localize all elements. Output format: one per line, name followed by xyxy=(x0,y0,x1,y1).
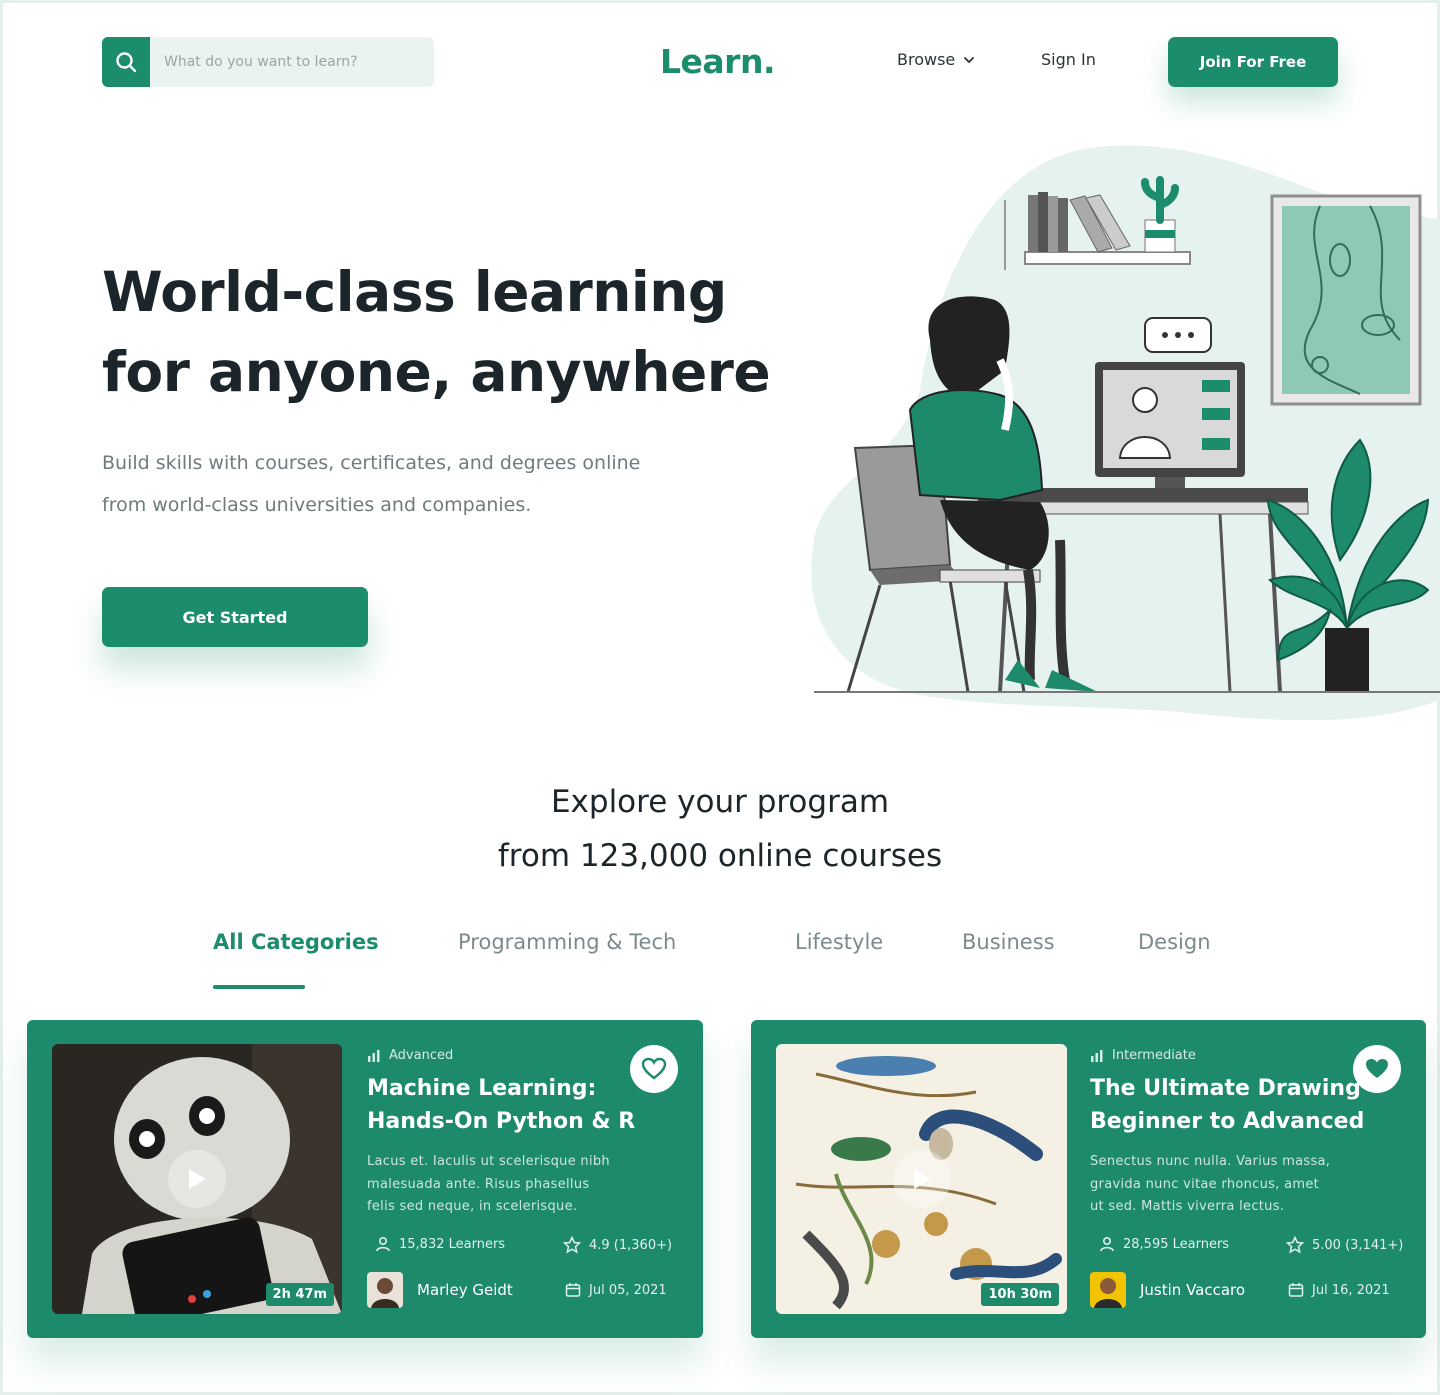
learners-count: 15,832 Learners xyxy=(375,1236,505,1252)
course-description-line: Lacus et. Iaculis ut scelerisque nibh xyxy=(367,1154,610,1169)
author-name: Justin Vaccaro xyxy=(1140,1281,1246,1299)
level-bars-icon xyxy=(368,1049,380,1062)
active-tab-indicator xyxy=(213,985,305,989)
course-thumbnail[interactable]: 10h 30m xyxy=(776,1044,1067,1314)
course-description-line: gravida nunc vitae rhoncus, amet xyxy=(1090,1176,1320,1192)
course-level: Intermediate xyxy=(1090,1048,1196,1063)
avatar xyxy=(367,1272,403,1308)
hero-subtitle-line: Build skills with courses, certificates,… xyxy=(102,452,641,474)
duration-badge: 10h 30m xyxy=(981,1283,1059,1306)
date-label: Jul 05, 2021 xyxy=(589,1282,667,1298)
level-bars-icon xyxy=(1091,1049,1103,1062)
star-icon xyxy=(1286,1236,1304,1254)
tab-programming-tech[interactable]: Programming & Tech xyxy=(458,930,676,954)
heart-filled-icon xyxy=(1366,1059,1388,1078)
star-icon xyxy=(563,1236,581,1254)
learners-label: 28,595 Learners xyxy=(1123,1236,1230,1252)
join-for-free-button[interactable]: Join For Free xyxy=(1168,37,1338,87)
hero-illustration xyxy=(811,145,1440,720)
course-level: Advanced xyxy=(367,1048,453,1063)
hero-title-line: World-class learning xyxy=(102,260,727,324)
course-level-label: Intermediate xyxy=(1112,1048,1196,1063)
course-level-label: Advanced xyxy=(389,1048,454,1063)
sign-in-link[interactable]: Sign In xyxy=(1041,50,1096,69)
search-button[interactable] xyxy=(102,37,150,87)
course-description-line: malesuada ante. Risus phasellus xyxy=(367,1176,590,1192)
course-rating: 5.00 (3,141+) xyxy=(1286,1236,1403,1254)
learners-label: 15,832 Learners xyxy=(399,1236,506,1252)
course-title[interactable]: Machine Learning: Hands-On Python & R xyxy=(367,1072,657,1138)
illustration-plant-pot xyxy=(1325,628,1369,692)
category-tabs: All Categories Programming & Tech Lifest… xyxy=(0,930,1440,990)
heart-outline-icon xyxy=(641,1057,667,1080)
tab-all-categories[interactable]: All Categories xyxy=(213,930,379,954)
chevron-down-icon xyxy=(964,56,975,63)
user-icon xyxy=(376,1236,390,1252)
course-title[interactable]: The Ultimate Drawing Beginner to Advance… xyxy=(1090,1072,1375,1138)
calendar-icon xyxy=(1288,1283,1304,1297)
hero-title-line: for anyone, anywhere xyxy=(102,340,771,404)
course-title-line: Hands-On Python & R xyxy=(367,1109,636,1134)
user-icon xyxy=(1100,1236,1114,1252)
course-title-line: The Ultimate Drawing xyxy=(1090,1076,1361,1101)
search-bar[interactable] xyxy=(102,37,434,87)
author-name: Marley Geidt xyxy=(417,1281,513,1299)
course-description-line: felis sed neque, in scelerisque. xyxy=(367,1199,578,1214)
course-author[interactable]: Marley Geidt xyxy=(367,1272,513,1308)
learners-count: 28,595 Learners xyxy=(1099,1236,1229,1252)
course-author[interactable]: Justin Vaccaro xyxy=(1090,1272,1245,1308)
search-input[interactable] xyxy=(164,54,424,70)
course-description-line: Senectus nunc nulla. Varius massa, xyxy=(1090,1154,1331,1169)
play-icon xyxy=(913,1169,931,1189)
tab-lifestyle[interactable]: Lifestyle xyxy=(795,930,883,954)
course-card[interactable]: 2h 47m Advanced Machine Learning: Hands-… xyxy=(27,1020,703,1338)
course-date: Jul 16, 2021 xyxy=(1288,1282,1390,1298)
browse-label: Browse xyxy=(897,50,956,69)
browse-menu[interactable]: Browse xyxy=(897,50,975,69)
hero-subtitle-line: from world-class universities and compan… xyxy=(102,494,532,516)
duration-badge: 2h 47m xyxy=(265,1283,334,1306)
course-date: Jul 05, 2021 xyxy=(565,1282,667,1298)
logo[interactable]: Learn. xyxy=(660,42,775,81)
favorite-button[interactable] xyxy=(630,1045,678,1093)
play-button[interactable] xyxy=(892,1150,951,1208)
course-title-line: Machine Learning: xyxy=(367,1076,597,1101)
play-button[interactable] xyxy=(168,1150,226,1208)
get-started-button[interactable]: Get Started xyxy=(102,587,368,647)
date-label: Jul 16, 2021 xyxy=(1312,1282,1390,1298)
course-rating: 4.9 (1,360+) xyxy=(563,1236,672,1254)
hero-subtitle: Build skills with courses, certificates,… xyxy=(102,442,822,526)
calendar-icon xyxy=(565,1283,581,1297)
rating-label: 4.9 (1,360+) xyxy=(589,1237,673,1253)
tab-design[interactable]: Design xyxy=(1138,930,1211,954)
course-description-line: ut sed. Mattis viverra lectus. xyxy=(1090,1199,1285,1214)
rating-label: 5.00 (3,141+) xyxy=(1312,1237,1404,1253)
course-thumbnail[interactable]: 2h 47m xyxy=(52,1044,342,1314)
course-title-line: Beginner to Advanced xyxy=(1090,1109,1365,1134)
search-icon xyxy=(116,52,137,73)
explore-heading: Explore your program from 123,000 online… xyxy=(0,775,1440,883)
tab-business[interactable]: Business xyxy=(962,930,1055,954)
hero-title: World-class learning for anyone, anywher… xyxy=(102,252,862,412)
course-description: Senectus nunc nulla. Varius massa, gravi… xyxy=(1090,1151,1390,1219)
course-card[interactable]: 10h 30m Intermediate The Ultimate Drawin… xyxy=(751,1020,1426,1338)
wall-shelf xyxy=(1024,251,1191,265)
explore-heading-line: from 123,000 online courses xyxy=(497,838,943,874)
course-description: Lacus et. Iaculis ut scelerisque nibh ma… xyxy=(367,1151,667,1219)
play-icon xyxy=(189,1169,206,1189)
explore-heading-line: Explore your program xyxy=(550,784,890,820)
avatar xyxy=(1090,1272,1126,1308)
favorite-button[interactable] xyxy=(1353,1045,1401,1093)
